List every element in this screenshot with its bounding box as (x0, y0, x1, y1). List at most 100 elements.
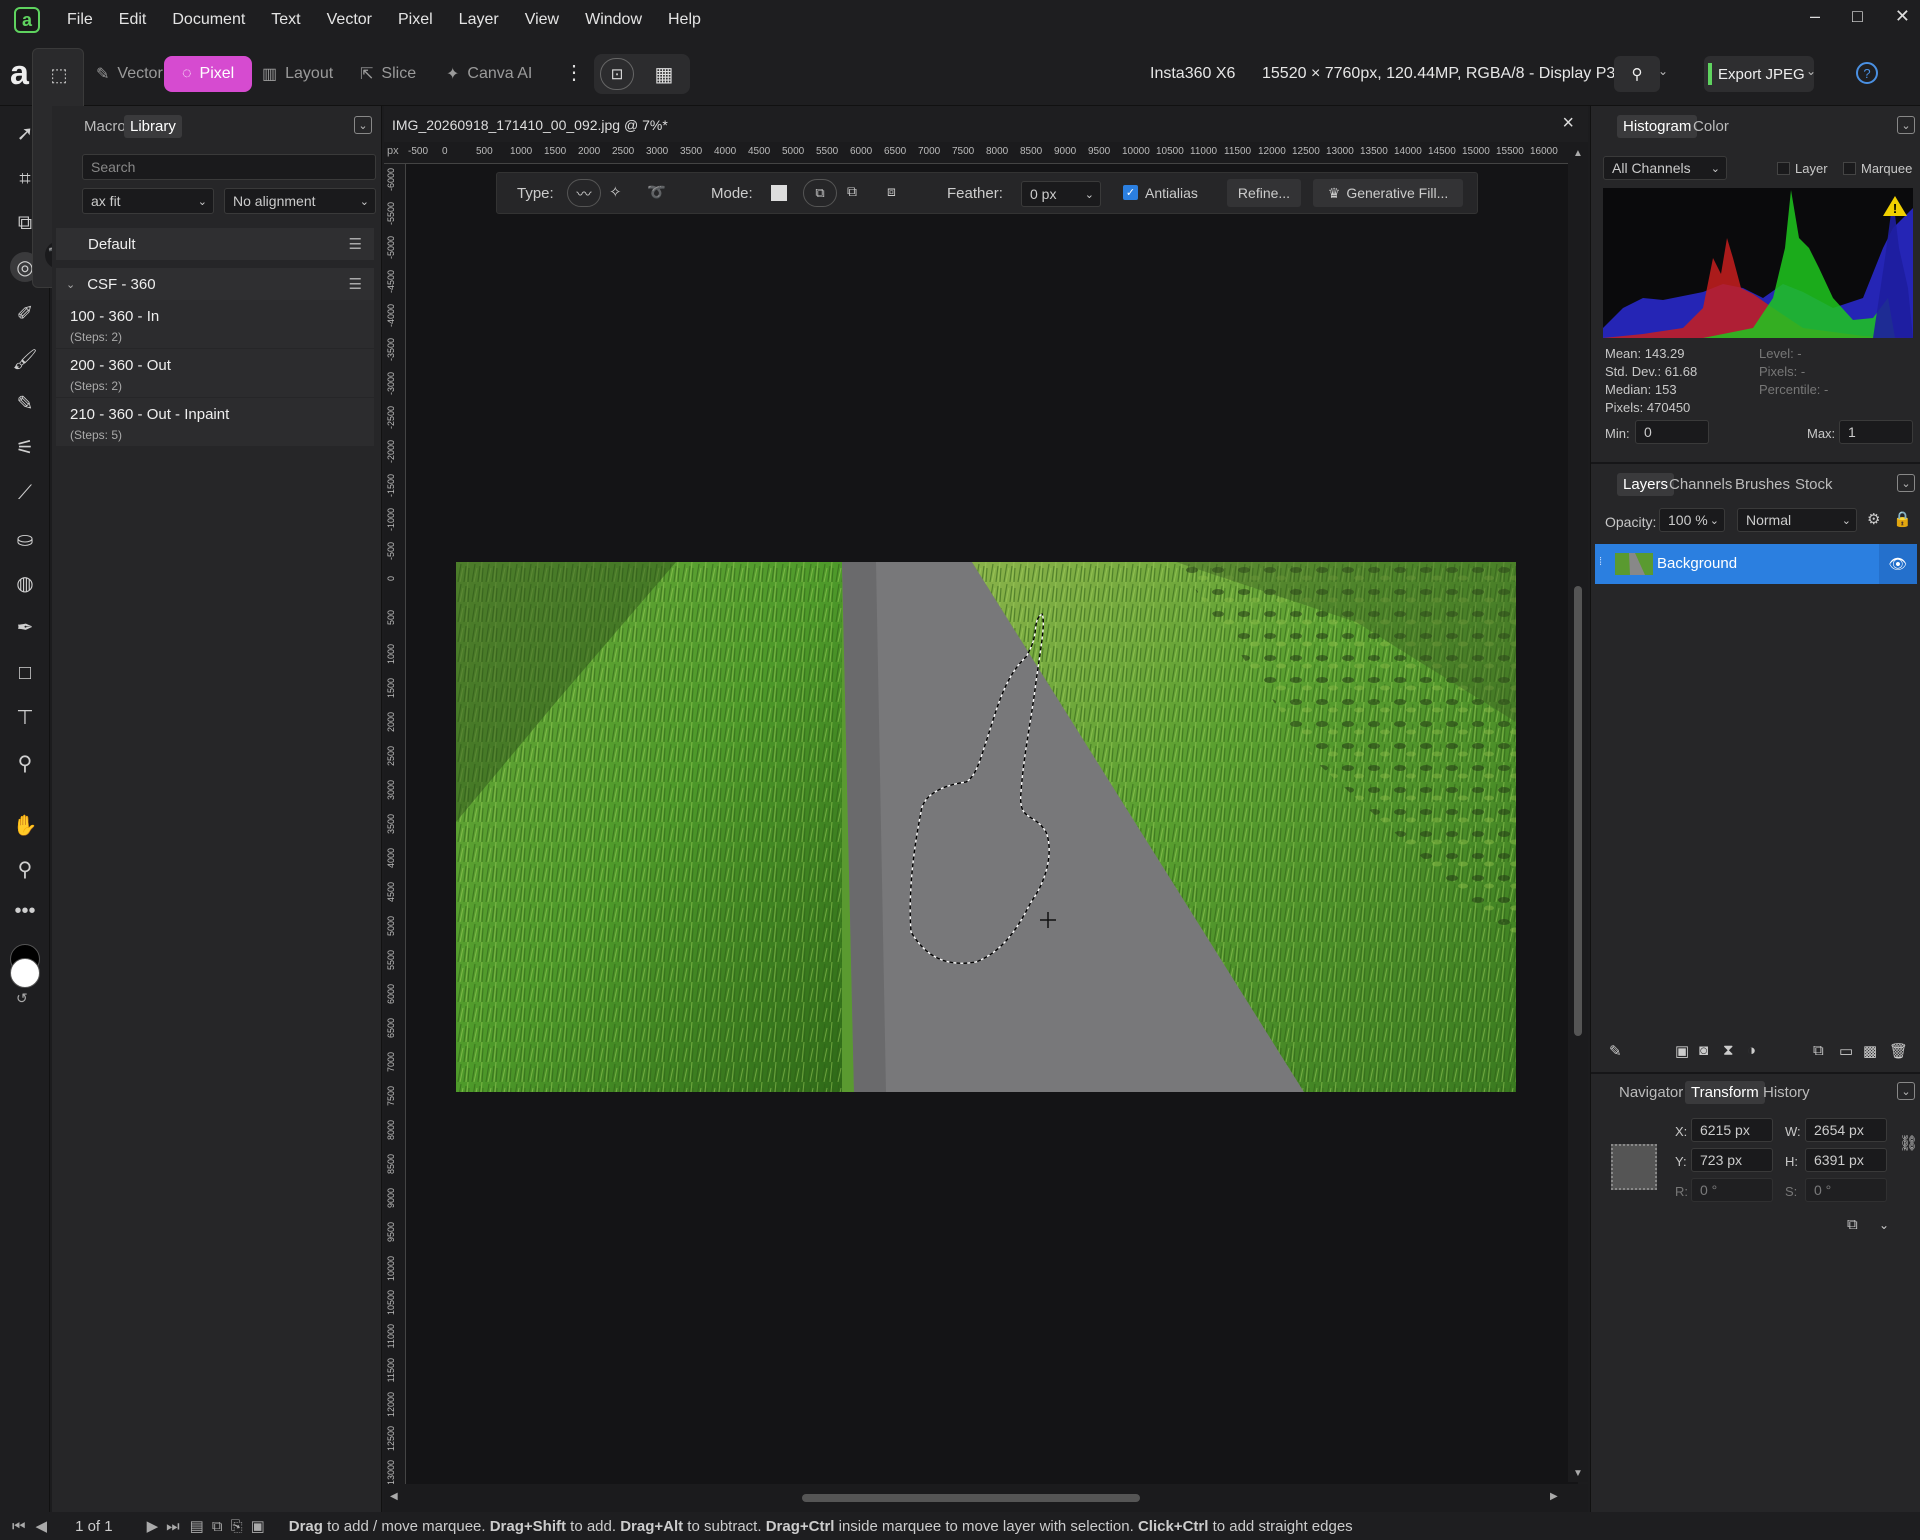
close-document-icon[interactable]: × (1562, 112, 1574, 135)
tab-channels[interactable]: Channels (1669, 476, 1732, 493)
swap-colors-icon[interactable]: ↺ (16, 990, 28, 1007)
duplicate-layer-icon[interactable]: ⧉ (1813, 1042, 1824, 1059)
w-input[interactable]: 2654 px (1805, 1118, 1887, 1142)
rotation-input[interactable]: 0 ° (1691, 1178, 1773, 1202)
rectangular-marquee-icon[interactable]: ⬚ (45, 61, 73, 89)
zoom-tool-icon[interactable]: ⚲ (10, 854, 40, 884)
tab-stock[interactable]: Stock (1795, 476, 1833, 493)
macro-item[interactable]: 210 - 360 - Out - Inpaint (Steps: 5) (56, 398, 374, 446)
mask-icon[interactable]: ◙ (1699, 1042, 1708, 1059)
clone-stamp-icon[interactable]: ⛀ (10, 524, 40, 554)
persona-canva-ai[interactable]: ✦ Canva AI (446, 56, 532, 92)
persona-vector[interactable]: ✎ Vector (96, 56, 163, 92)
tab-macro[interactable]: Macro (84, 118, 126, 135)
canvas-area[interactable] (406, 164, 1578, 1484)
macro-item[interactable]: 200 - 360 - Out (Steps: 2) (56, 349, 374, 397)
flood-fill-icon[interactable]: ◍ (10, 568, 40, 598)
freehand-type-icon[interactable]: 〰 (567, 179, 601, 207)
menu-pixel[interactable]: Pixel (385, 11, 446, 29)
link-icon[interactable]: ⛓ (1899, 1134, 1918, 1152)
photo-image[interactable] (456, 562, 1516, 1092)
gear-icon[interactable]: ⚙ (1867, 510, 1880, 528)
assistant-icon[interactable]: ⚲ (1614, 56, 1660, 92)
edit-layer-icon[interactable]: ✎ (1609, 1042, 1622, 1060)
document-tab[interactable]: IMG_20260918_171410_00_092.jpg @ 7%* × (384, 106, 1588, 142)
menu-layer[interactable]: Layer (446, 11, 512, 29)
scroll-right-icon[interactable]: ▶ (1550, 1491, 1558, 1502)
tab-library[interactable]: Library (124, 115, 182, 138)
copy-icon[interactable]: ⎘ (231, 1518, 243, 1535)
text-tool-icon[interactable]: ⊤ (10, 702, 40, 732)
scroll-down-icon[interactable]: ▼ (1573, 1468, 1583, 1479)
menu-edit[interactable]: Edit (106, 11, 160, 29)
horizontal-scrollbar[interactable]: ◀ ▶ (384, 1484, 1588, 1512)
chevron-down-icon[interactable]: ⌄ (1658, 64, 1668, 78)
panel-menu-icon[interactable]: ⌄ (1897, 116, 1915, 134)
feather-input[interactable]: 0 px ⌄ (1021, 181, 1101, 207)
alignment-select[interactable]: No alignment ⌄ (224, 188, 376, 214)
chevron-down-icon[interactable]: ⌄ (66, 278, 75, 291)
color-picker-icon[interactable]: ⚲ (10, 748, 40, 778)
macro-record-icon[interactable]: ▣ (251, 1517, 265, 1535)
min-input[interactable]: 0 (1635, 420, 1709, 444)
horizontal-scroll-thumb[interactable] (802, 1494, 1140, 1502)
persona-layout[interactable]: ▥ Layout (262, 56, 333, 92)
rectangle-tool-icon[interactable]: □ (10, 658, 40, 688)
fx-icon[interactable]: ▣ (1675, 1042, 1689, 1060)
app-logo-icon[interactable]: a (14, 7, 40, 33)
menu-window[interactable]: Window (572, 11, 655, 29)
page-icon[interactable]: ▤ (190, 1517, 204, 1535)
more-options-icon[interactable]: ⋮ (564, 60, 584, 85)
menu-document[interactable]: Document (159, 11, 258, 29)
eye-icon[interactable]: 👁 (1879, 544, 1917, 584)
maximize-button[interactable]: □ (1852, 6, 1863, 27)
drag-handle-icon[interactable]: ⁞ (1599, 556, 1602, 568)
smudge-tool-icon[interactable]: ⟋ (10, 478, 40, 508)
hand-tool-icon[interactable]: ✋ (10, 810, 40, 840)
spread-icon[interactable]: ⧉ (212, 1518, 223, 1535)
magnetic-type-icon[interactable]: ➰ (647, 183, 666, 201)
mode-add-icon[interactable]: ⧉ (803, 179, 837, 207)
secondary-color-swatch[interactable] (10, 958, 40, 988)
anchor-point-icon[interactable] (1611, 1144, 1657, 1190)
mode-subtract-icon[interactable]: ⧉ (847, 183, 857, 200)
opacity-input[interactable]: 100 % ⌄ (1659, 508, 1725, 532)
blend-mode-select[interactable]: Normal ⌄ (1737, 508, 1857, 532)
x-input[interactable]: 6215 px (1691, 1118, 1773, 1142)
tab-layers[interactable]: Layers (1617, 473, 1675, 496)
refine-button[interactable]: Refine... (1227, 179, 1301, 207)
grid-icon[interactable]: ▦ (648, 58, 680, 90)
group-folder-icon[interactable]: ▭ (1839, 1042, 1853, 1060)
tab-history[interactable]: History (1763, 1084, 1810, 1101)
paint-brush-icon[interactable]: 🖌 (10, 344, 40, 374)
scroll-up-icon[interactable]: ▲ (1573, 148, 1583, 159)
more-tools-icon[interactable]: ••• (10, 896, 40, 926)
transform-options-icon[interactable]: ⧉ (1847, 1216, 1858, 1233)
pixel-layer-icon[interactable]: ▩ (1863, 1042, 1877, 1060)
export-button[interactable]: Export JPEG (1704, 56, 1814, 92)
hourglass-icon[interactable]: ⧗ (1723, 1042, 1734, 1059)
fit-select[interactable]: ax fit ⌄ (82, 188, 214, 214)
lock-icon[interactable]: 🔒 (1893, 510, 1912, 528)
macro-group-csf-360[interactable]: ⌄ CSF - 360 ☰ (56, 268, 374, 300)
panel-menu-icon[interactable]: ⌄ (1897, 474, 1915, 492)
pen-tool-icon[interactable]: ✒ (10, 612, 40, 642)
dodge-tool-icon[interactable]: ⚟ (10, 432, 40, 462)
help-icon[interactable]: ? (1856, 62, 1878, 84)
tab-brushes[interactable]: Brushes (1735, 476, 1790, 493)
menu-text[interactable]: Text (258, 11, 313, 29)
marquee-checkbox[interactable] (1843, 162, 1856, 175)
macro-search-input[interactable]: Search (82, 154, 376, 180)
menu-help[interactable]: Help (655, 11, 714, 29)
trash-icon[interactable]: 🗑 (1889, 1042, 1908, 1060)
scroll-left-icon[interactable]: ◀ (390, 1491, 398, 1502)
tab-color[interactable]: Color (1693, 118, 1729, 135)
minimize-button[interactable]: – (1810, 6, 1820, 27)
close-button[interactable]: ✕ (1895, 6, 1910, 27)
mode-new-icon[interactable] (771, 185, 787, 201)
adjustment-icon[interactable]: ◑ (1747, 1042, 1756, 1059)
macro-item[interactable]: 100 - 360 - In (Steps: 2) (56, 300, 374, 348)
antialias-checkbox[interactable]: ✓ (1123, 185, 1138, 200)
max-input[interactable]: 1 (1839, 420, 1913, 444)
menu-file[interactable]: File (54, 11, 106, 29)
